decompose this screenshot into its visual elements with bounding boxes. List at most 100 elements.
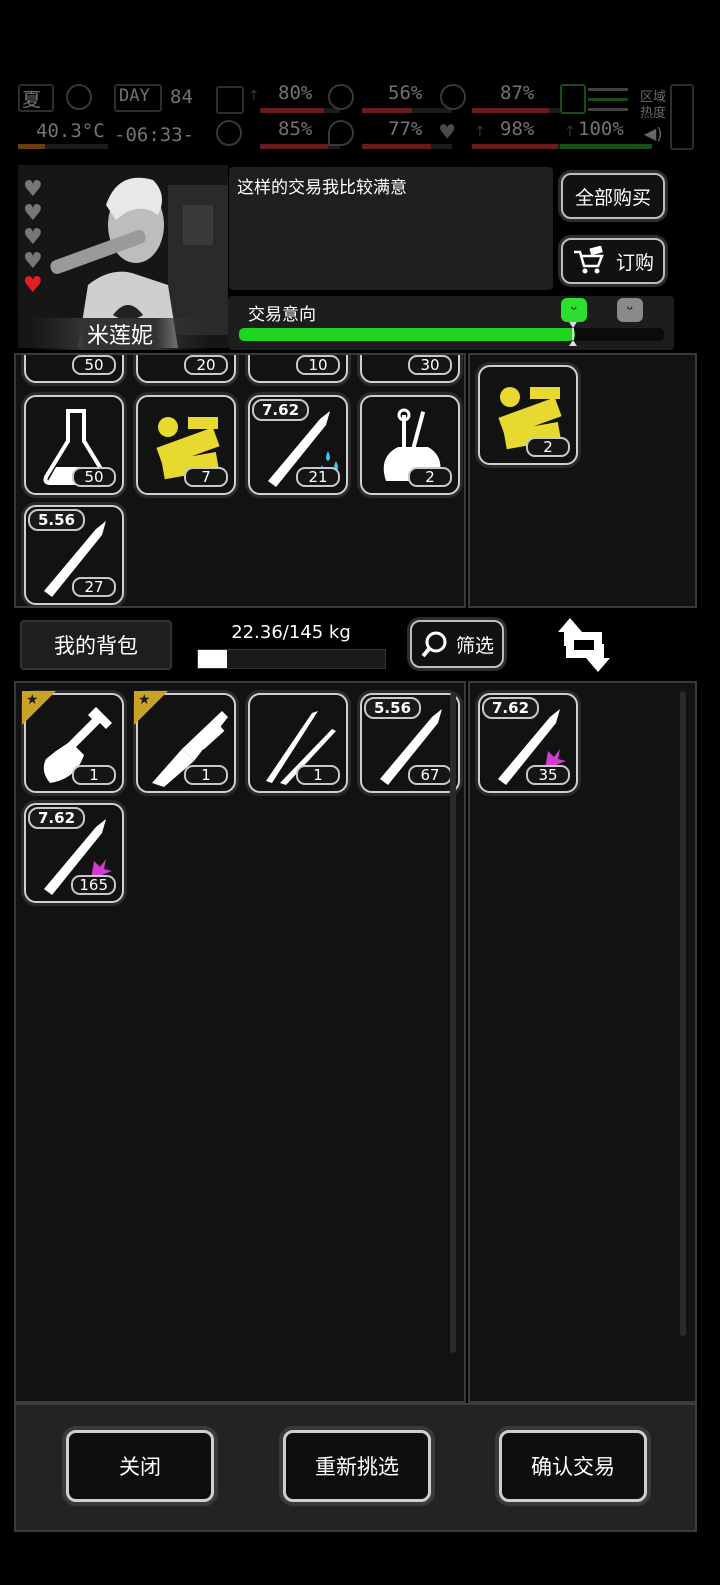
item-count: 67 (408, 765, 452, 785)
merchant-item-slot[interactable]: 5.56 27 (24, 505, 124, 605)
zone-bar-3 (588, 108, 628, 111)
item-count: 2 (526, 437, 570, 457)
item-count: 27 (72, 577, 116, 597)
item-count: 50 (72, 467, 116, 487)
item-count: 20 (184, 355, 228, 375)
merchant-item-slot[interactable]: 50 (24, 395, 124, 495)
star-badge-icon: ★ (22, 691, 56, 725)
bag-item-slot[interactable]: 1 (248, 693, 348, 793)
merchant-item-slot[interactable]: 30 (360, 355, 460, 383)
item-count: 30 (408, 355, 452, 375)
heart-icon: ♥ (23, 249, 43, 274)
bag-item-slot[interactable]: ★ 1 (22, 691, 124, 793)
caliber-label: 7.62 (482, 697, 540, 719)
merchant-item-slot[interactable]: 2 (360, 395, 460, 495)
side-panel-icon (670, 84, 694, 150)
status-hud: 夏 40.3°C DAY 84 -06:33- ↑ 80% 56% 87% 区域… (16, 80, 706, 158)
zone-bar-2 (588, 98, 628, 101)
player-bag-panel[interactable]: ★ 1 ★ 1 1 5.56 67 7.62 165 (14, 681, 466, 1403)
helmet-icon (440, 84, 466, 110)
item-count: 2 (408, 467, 452, 487)
offer-scrollbar[interactable] (680, 691, 686, 1336)
bag-weight-fill (198, 650, 227, 668)
confirm-label: 确认交易 (531, 1455, 615, 1479)
buy-all-button[interactable]: 全部购买 (561, 173, 665, 219)
thirst-bar (362, 144, 452, 149)
merchant-item-slot[interactable]: 50 (24, 355, 124, 383)
stat-heart: 98% (500, 118, 535, 140)
close-button[interactable]: 关闭 (66, 1430, 214, 1502)
stat-hunger: 56% (388, 82, 423, 104)
heart-stat-icon: ♥ (440, 118, 455, 146)
player-offer-slot[interactable]: 7.62 35 (478, 693, 578, 793)
search-icon (421, 631, 447, 658)
player-offer-panel[interactable]: 7.62 35 (468, 681, 697, 1403)
heart-bar (472, 144, 560, 149)
merchant-inventory-panel[interactable]: 50 20 10 30 50 7 7.62 21 2 5.56 27 (14, 353, 466, 608)
energy-bar (560, 144, 652, 149)
caliber-label: 7.62 (252, 399, 310, 421)
item-count: 50 (72, 355, 116, 375)
order-button[interactable]: 订购 (561, 238, 665, 284)
caliber-label: 7.62 (28, 807, 86, 829)
season-label: 夏 (22, 89, 42, 111)
order-label: 订购 (615, 251, 654, 274)
merchant-item-slot[interactable]: 7.62 21 (248, 395, 348, 495)
boot-icon (560, 84, 586, 114)
reselect-button[interactable]: 重新挑选 (283, 1430, 431, 1502)
filter-button[interactable]: 筛选 (410, 620, 504, 668)
item-count: 35 (526, 765, 570, 785)
bag-weight-bar (197, 649, 386, 669)
weather-icon (66, 84, 92, 110)
item-count: 1 (184, 765, 228, 785)
my-bag-text: 我的背包 (54, 634, 138, 658)
up-arrow-icon: ↑ (248, 88, 260, 104)
heart-filled-icon: ♥ (23, 273, 43, 298)
heart-icon: ♥ (23, 177, 43, 202)
temperature-bar (18, 144, 108, 149)
bag-item-slot[interactable]: 7.62 165 (24, 803, 124, 903)
merchant-item-slot[interactable]: 20 (136, 355, 236, 383)
merchant-item-slot[interactable]: 10 (248, 355, 348, 383)
health-bar (260, 108, 340, 113)
happy-face-icon: ᵕ (561, 298, 587, 322)
item-count: 1 (72, 765, 116, 785)
day-number: 84 (170, 86, 193, 108)
stat-stamina: 87% (500, 82, 535, 104)
trade-intent-panel: 交易意向 ᵕ ᵕ (228, 296, 674, 350)
trade-intent-fill (239, 328, 575, 341)
affection-hearts: ♥ ♥ ♥ ♥ ♥ (23, 178, 53, 298)
merchant-offer-panel[interactable]: 2 (468, 353, 697, 608)
up-arrow-icon: ↑ (474, 124, 486, 140)
speaker-icon[interactable]: ◀) (644, 126, 663, 142)
stamina-bar (472, 108, 560, 113)
npc-name: 米莲妮 (30, 318, 210, 350)
brain-icon (216, 120, 242, 146)
bag-item-slot[interactable]: 5.56 67 (360, 693, 460, 793)
close-label: 关闭 (119, 1455, 161, 1479)
trade-intent-label: 交易意向 (248, 305, 316, 325)
stomach-icon (328, 84, 354, 110)
bag-weight: 22.36/145 kg (231, 622, 351, 643)
up-arrow-icon: ↑ (564, 124, 576, 140)
swap-arrows-icon[interactable] (556, 614, 612, 676)
confirm-trade-button[interactable]: 确认交易 (499, 1430, 647, 1502)
reselect-label: 重新挑选 (315, 1455, 399, 1479)
bag-item-slot[interactable]: ★ 1 (134, 691, 236, 793)
item-count: 10 (296, 355, 340, 375)
buy-all-label: 全部购买 (574, 186, 651, 209)
intent-marker-icon (569, 322, 577, 346)
trade-intent-bar (239, 328, 664, 341)
merchant-item-slot[interactable]: 7 (136, 395, 236, 495)
caliber-label: 5.56 (28, 509, 86, 531)
npc-dialog: 这样的交易我比较满意 (229, 167, 553, 290)
hunger-bar (362, 108, 452, 113)
item-count: 1 (296, 765, 340, 785)
bag-scrollbar[interactable] (450, 693, 456, 1353)
stat-mood: 85% (278, 118, 313, 140)
dialog-text: 这样的交易我比较满意 (237, 178, 407, 198)
merchant-offer-slot[interactable]: 2 (478, 365, 578, 465)
item-count: 7 (184, 467, 228, 487)
star-badge-icon: ★ (134, 691, 168, 725)
zone-bar-1 (588, 88, 628, 91)
